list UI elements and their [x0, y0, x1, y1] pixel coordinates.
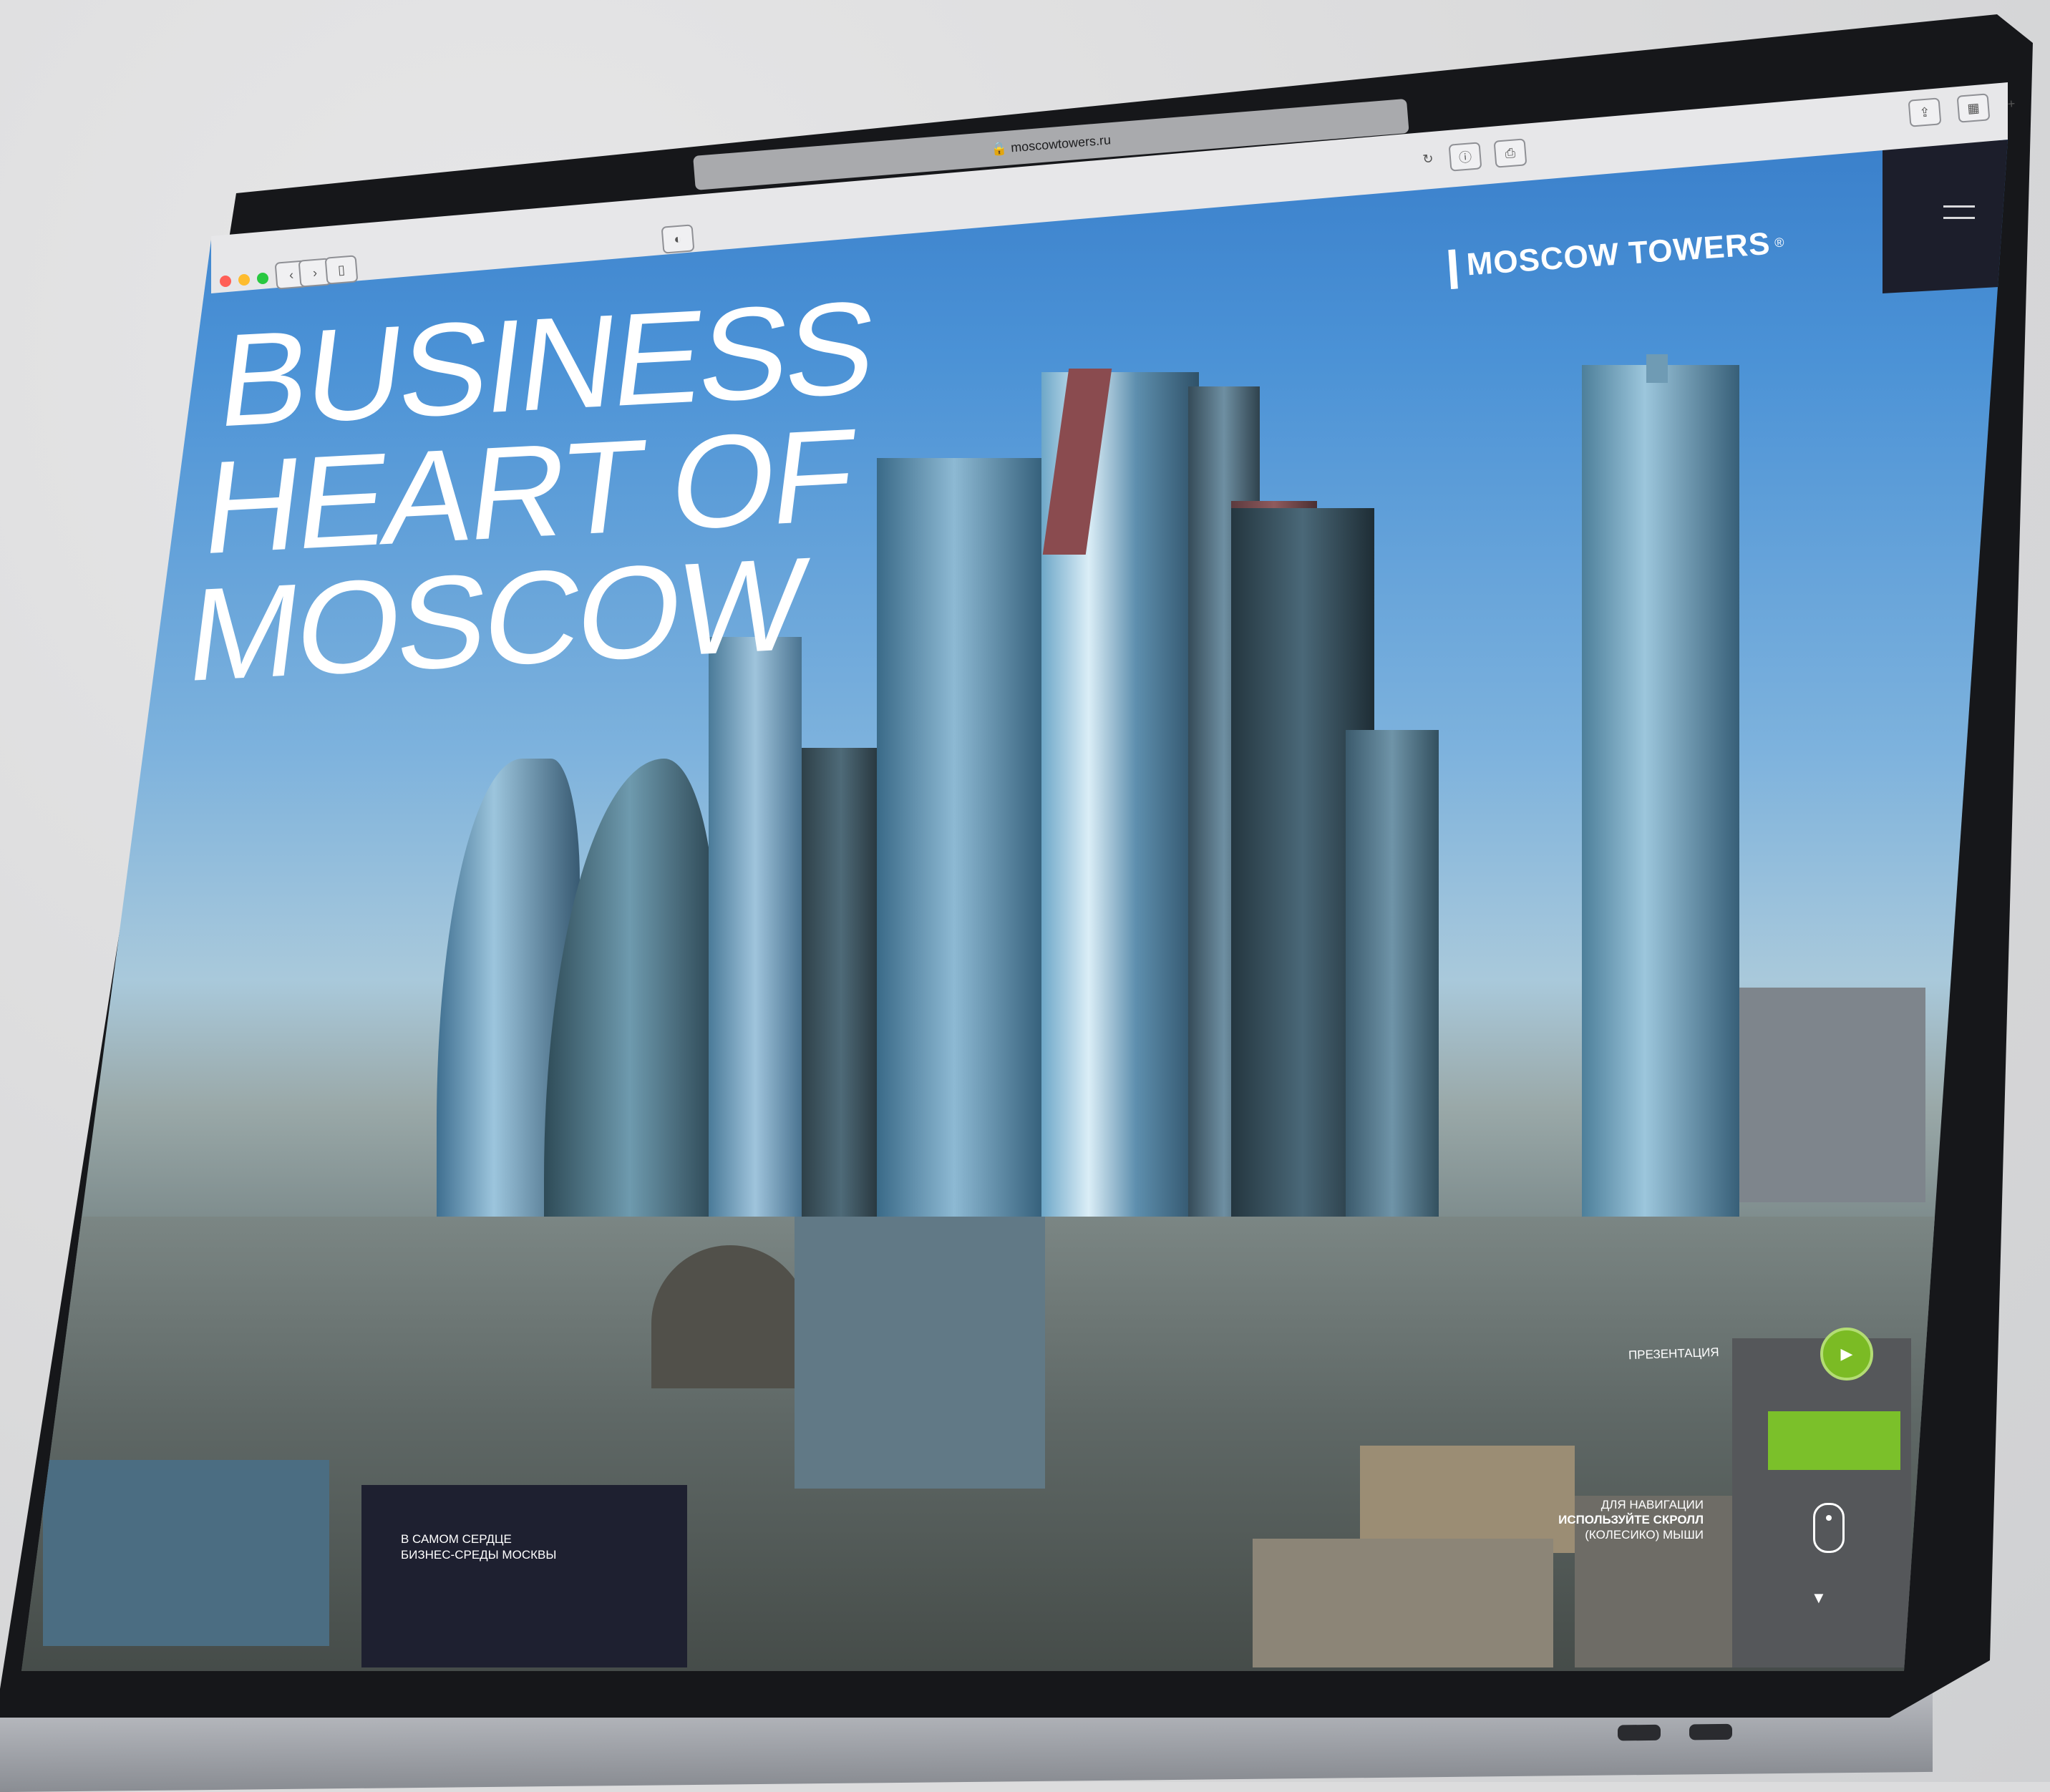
reload-icon[interactable]: ↻ — [1413, 145, 1444, 172]
presentation-play-button[interactable]: ▶ — [1820, 1328, 1873, 1380]
building-low — [1732, 1338, 1911, 1667]
tower-neva-spire — [1646, 354, 1668, 383]
info-panel-text: В САМОМ СЕРДЦЕ БИЗНЕС-СРЕДЫ МОСКВЫ — [401, 1532, 557, 1562]
tabs-icon[interactable]: ▦ — [1956, 93, 1991, 123]
building-low — [1253, 1539, 1553, 1667]
privacy-icon[interactable]: ◐ — [661, 224, 695, 254]
building-low — [1739, 988, 1925, 1202]
usb-port — [1689, 1723, 1732, 1740]
window-minimize-button[interactable] — [238, 274, 250, 286]
window-maximize-button[interactable] — [257, 273, 268, 284]
url-text: moscowtowers.ru — [1010, 132, 1112, 155]
accent-green-panel[interactable] — [1768, 1411, 1900, 1470]
scroll-down-arrow-icon[interactable]: ▼ — [1811, 1589, 1827, 1607]
building-roof — [43, 1460, 329, 1646]
info-panel: В САМОМ СЕРДЦЕ БИЗНЕС-СРЕДЫ МОСКВЫ — [361, 1485, 687, 1667]
play-icon: ▶ — [1840, 1345, 1853, 1363]
window-close-button[interactable] — [220, 276, 231, 287]
menu-button[interactable] — [1883, 140, 2008, 293]
hero-headline: BUSINESS HEART OF MOSCOW — [180, 274, 882, 710]
info-icon[interactable]: ⓘ — [1448, 142, 1482, 172]
headline-line: MOSCOW — [180, 530, 812, 710]
nav-hint-line: (КОЛЕСИКО) МЫШИ — [1585, 1528, 1704, 1542]
new-tab-icon[interactable]: + — [2000, 91, 2024, 117]
nav-hint-line: ДЛЯ НАВИГАЦИИ — [1600, 1498, 1704, 1511]
logo-trademark: ® — [1774, 235, 1785, 250]
share-icon[interactable]: ⇪ — [1908, 97, 1942, 127]
lock-icon: 🔒 — [991, 140, 1012, 157]
tower-neva — [1582, 365, 1739, 1338]
nav-hint-line: ИСПОЛЬЗУЙТЕ СКРОЛЛ — [1558, 1513, 1704, 1526]
print-icon[interactable]: ⎙ — [1493, 138, 1527, 168]
navigation-hint: ДЛЯ НАВИГАЦИИ ИСПОЛЬЗУЙТЕ СКРОЛЛ (КОЛЕСИ… — [1539, 1497, 1704, 1542]
hamburger-icon — [1943, 217, 1975, 219]
sidebar-icon[interactable]: ▯ — [324, 255, 359, 285]
mouse-scroll-icon — [1813, 1503, 1845, 1553]
hamburger-icon — [1943, 205, 1975, 208]
building-low — [795, 1217, 1045, 1489]
usb-port — [1618, 1724, 1661, 1741]
